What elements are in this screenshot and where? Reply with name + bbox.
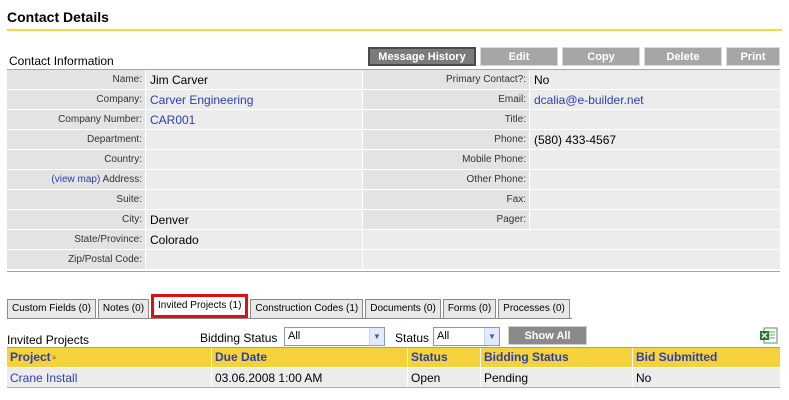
contact-info-table: Name: Jim Carver Primary Contact?: No Co… (7, 69, 780, 272)
table-row: Crane Install 03.06.2008 1:00 AM Open Pe… (7, 368, 780, 388)
fax-value (529, 190, 780, 209)
company-number-label: Company Number: (7, 110, 145, 129)
print-button[interactable]: Print (726, 47, 780, 66)
tab-notes[interactable]: Notes (0) (97, 299, 150, 318)
project-link[interactable]: Crane Install (10, 371, 77, 385)
title-divider (7, 29, 782, 31)
chevron-down-icon[interactable]: ▼ (369, 328, 384, 345)
country-value (145, 150, 362, 169)
address-value (145, 170, 362, 189)
page-title: Contact Details (7, 9, 109, 25)
status-value: All (437, 330, 450, 342)
department-label: Department: (7, 130, 145, 149)
city-label: City: (7, 210, 145, 229)
column-header-due-date[interactable]: Due Date (212, 348, 408, 367)
copy-button[interactable]: Copy (562, 47, 640, 66)
action-toolbar: Message History Edit Copy Delete Print (368, 47, 780, 66)
detail-tabs: Custom Fields (0) Notes (0) Invited Proj… (7, 294, 572, 319)
company-link[interactable]: Carver Engineering (150, 93, 253, 107)
other-phone-value (529, 170, 780, 189)
info-row: Suite: Fax: (7, 190, 780, 210)
zip-label: Zip/Postal Code: (7, 250, 145, 269)
mobile-phone-label: Mobile Phone: (362, 150, 529, 169)
bidding-status-label: Bidding Status (200, 331, 278, 345)
delete-button[interactable]: Delete (644, 47, 722, 66)
pager-label: Pager: (362, 210, 529, 229)
name-label: Name: (7, 70, 145, 89)
email-link[interactable]: dcalia@e-builder.net (534, 93, 644, 107)
suite-value (145, 190, 362, 209)
tab-invited-projects[interactable]: Invited Projects (1) (151, 294, 249, 318)
tab-forms[interactable]: Forms (0) (442, 299, 497, 318)
empty-cell (362, 250, 780, 269)
column-header-bidding-status[interactable]: Bidding Status (481, 348, 633, 367)
bidding-status-value: All (288, 330, 301, 342)
status-select[interactable]: All ▼ (433, 327, 500, 346)
column-header-project[interactable]: Project▲ (7, 348, 212, 367)
excel-export-icon[interactable] (759, 327, 778, 344)
department-value (145, 130, 362, 149)
name-value: Jim Carver (145, 70, 362, 89)
bidding-status-cell: Pending (481, 368, 633, 387)
status-cell: Open (408, 368, 481, 387)
edit-button[interactable]: Edit (480, 47, 558, 66)
city-value: Denver (145, 210, 362, 229)
title-value (529, 110, 780, 129)
zip-value (145, 250, 362, 269)
state-label: State/Province: (7, 230, 145, 249)
message-history-button[interactable]: Message History (368, 47, 476, 66)
tab-documents[interactable]: Documents (0) (365, 299, 441, 318)
tab-processes[interactable]: Processes (0) (498, 299, 570, 318)
tab-custom-fields[interactable]: Custom Fields (0) (7, 299, 96, 318)
info-row: Company Number: CAR001 Title: (7, 110, 780, 130)
info-row: Country: Mobile Phone: (7, 150, 780, 170)
info-row: City: Denver Pager: (7, 210, 780, 230)
address-label: Address: (102, 174, 142, 185)
phone-value: (580) 433-4567 (529, 130, 780, 149)
email-label: Email: (362, 90, 529, 109)
other-phone-label: Other Phone: (362, 170, 529, 189)
bidding-status-select[interactable]: All ▼ (284, 327, 385, 346)
title-label: Title: (362, 110, 529, 129)
suite-label: Suite: (7, 190, 145, 209)
company-label: Company: (7, 90, 145, 109)
country-label: Country: (7, 150, 145, 169)
info-row: Department: Phone: (580) 433-4567 (7, 130, 780, 150)
due-date-cell: 03.06.2008 1:00 AM (212, 368, 408, 387)
info-row: State/Province: Colorado (7, 230, 780, 250)
primary-contact-label: Primary Contact?: (362, 70, 529, 89)
primary-contact-value: No (529, 70, 780, 89)
address-label-cell: (view map) Address: (7, 170, 145, 189)
sort-ascending-icon: ▲ (50, 354, 58, 361)
fax-label: Fax: (362, 190, 529, 209)
section-title: Contact Information (9, 54, 114, 68)
column-header-status[interactable]: Status (408, 348, 481, 367)
chevron-down-icon[interactable]: ▼ (484, 328, 499, 345)
projects-grid-header: Project▲ Due Date Status Bidding Status … (7, 347, 780, 367)
state-value: Colorado (145, 230, 362, 249)
info-row: Company: Carver Engineering Email: dcali… (7, 90, 780, 110)
column-header-bid-submitted[interactable]: Bid Submitted (633, 348, 780, 367)
column-header-project-label: Project (10, 350, 51, 364)
show-all-button[interactable]: Show All (508, 326, 587, 345)
info-row: Zip/Postal Code: (7, 250, 780, 270)
empty-cell (362, 230, 780, 249)
status-label: Status (395, 331, 430, 345)
phone-label: Phone: (362, 130, 529, 149)
mobile-phone-value (529, 150, 780, 169)
info-row: (view map) Address: Other Phone: (7, 170, 780, 190)
bid-submitted-cell: No (636, 371, 652, 385)
info-row: Name: Jim Carver Primary Contact?: No (7, 70, 780, 90)
invited-projects-title: Invited Projects (7, 333, 90, 347)
pager-value (529, 210, 780, 229)
view-map-link[interactable]: (view map) (51, 174, 100, 185)
tab-construction-codes[interactable]: Construction Codes (1) (250, 299, 364, 318)
company-number-link[interactable]: CAR001 (150, 113, 195, 127)
